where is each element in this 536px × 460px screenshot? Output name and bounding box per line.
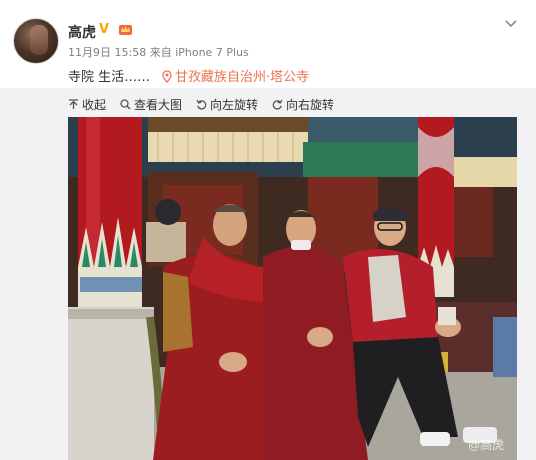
photo-watermark: @高虎 (468, 437, 504, 452)
username[interactable]: 高虎 (68, 22, 96, 42)
rotate-right-label: 向右旋转 (286, 97, 335, 112)
view-large-button[interactable]: 查看大图 (120, 96, 182, 113)
location-label: 甘孜藏族自治州·塔公寺 (175, 70, 310, 85)
post-photo[interactable]: @高虎 (68, 117, 517, 460)
post-header: 高虎 V 11月9日 15:58 来自 iPhone 7 Plus 寺院 生活…… (0, 0, 536, 90)
post-text: 寺院 生活…… (68, 70, 151, 85)
media-toolbar: 收起 查看大图 向左旋转 向右旋转 (68, 95, 348, 113)
rotate-right-icon (272, 99, 283, 110)
post-meta: 11月9日 15:58 来自 iPhone 7 Plus (68, 44, 249, 60)
post-source: 来自 iPhone 7 Plus (149, 46, 249, 59)
collapse-button[interactable]: 收起 (68, 96, 106, 113)
location-pin-icon (162, 69, 172, 83)
rotate-left-icon (196, 99, 207, 110)
rotate-left-label: 向左旋转 (210, 97, 259, 112)
verified-badge-icon: V (99, 22, 110, 37)
avatar[interactable] (13, 18, 59, 64)
photo-illustration: @高虎 (68, 117, 517, 460)
chevron-down-icon[interactable] (503, 17, 519, 31)
view-large-label: 查看大图 (134, 97, 183, 112)
rotate-right-button[interactable]: 向右旋转 (272, 96, 334, 113)
rotate-left-button[interactable]: 向左旋转 (196, 96, 258, 113)
collapse-label: 收起 (82, 97, 107, 112)
post-date[interactable]: 11月9日 15:58 (68, 46, 146, 59)
collapse-icon (69, 98, 78, 109)
location-link[interactable]: 甘孜藏族自治州·塔公寺 (162, 66, 309, 85)
search-icon (120, 98, 131, 109)
member-crown-icon (119, 25, 132, 35)
